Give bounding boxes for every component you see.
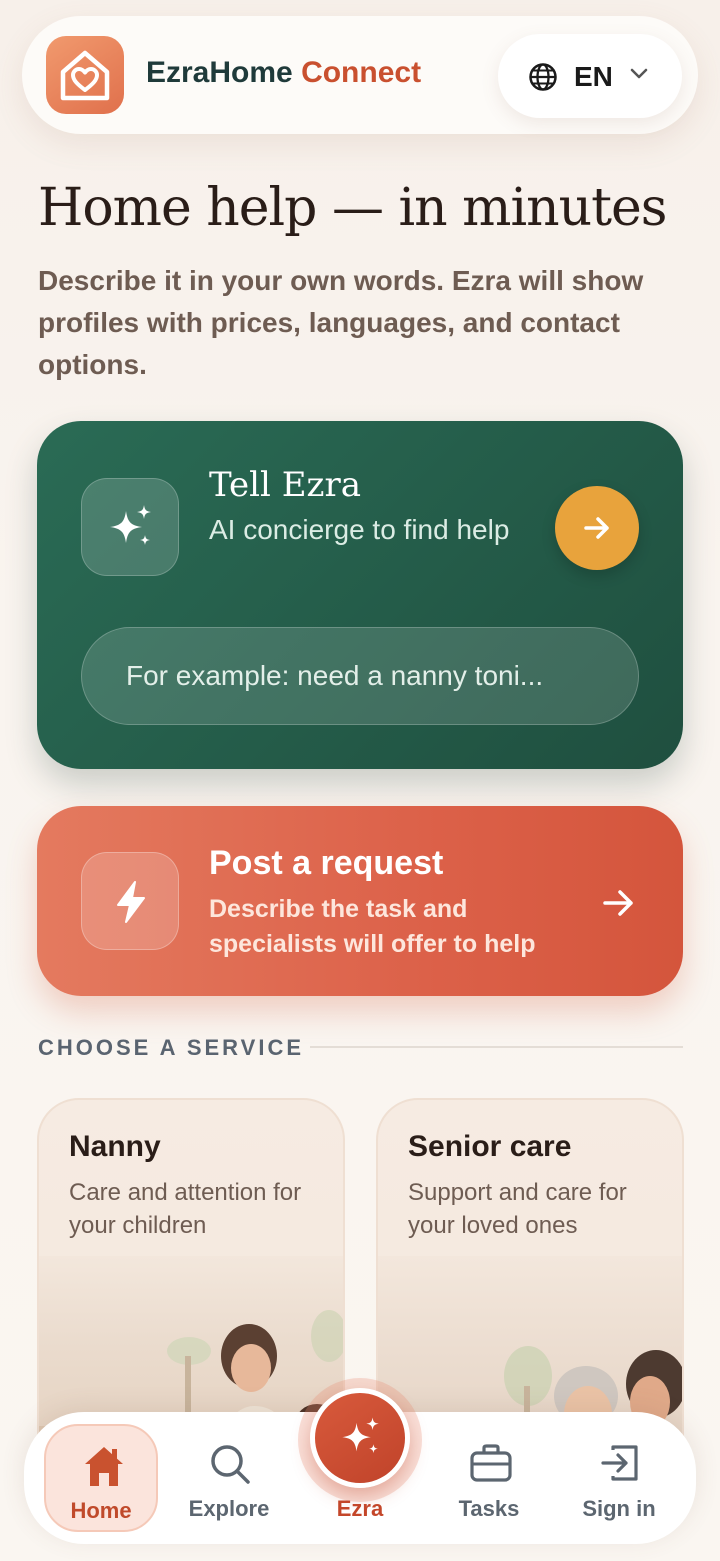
nav-item-sign-in[interactable]: Sign in <box>562 1424 676 1532</box>
post-request-card[interactable]: Post a request Describe the task and spe… <box>37 806 683 996</box>
section-divider <box>310 1046 683 1048</box>
ezra-fab-button[interactable] <box>310 1388 410 1488</box>
tell-ezra-subtitle: AI concierge to find help <box>209 514 510 545</box>
tell-ezra-title: Tell Ezra <box>209 465 361 505</box>
brand-primary: EzraHome <box>146 56 293 89</box>
service-description: Support and care for your loved ones <box>408 1179 627 1239</box>
service-title: Nanny <box>69 1130 161 1163</box>
globe-icon <box>529 63 557 91</box>
language-selector[interactable]: EN <box>498 34 682 118</box>
nav-label-sign-in: Sign in <box>582 1496 656 1521</box>
nav-label-tasks: Tasks <box>458 1496 520 1521</box>
tell-ezra-card[interactable]: Tell Ezra AI concierge to find help For … <box>37 421 683 769</box>
section-label: CHOOSE A SERVICE <box>38 1035 305 1060</box>
brand-name: EzraHome Connect <box>146 56 421 90</box>
chevron-down-icon <box>630 68 648 79</box>
sign-in-icon <box>601 1445 638 1481</box>
arrow-right-icon <box>584 517 609 539</box>
ezra-prompt-input[interactable]: For example: need a nanny toni... <box>81 627 639 725</box>
house-heart-icon[interactable] <box>46 36 124 114</box>
brand-accent: Connect <box>301 56 422 89</box>
app-header: EzraHome Connect EN <box>22 16 698 134</box>
ezra-go-button[interactable] <box>555 486 639 570</box>
nav-item-home[interactable]: Home <box>44 1424 158 1532</box>
sparkles-icon <box>81 478 179 576</box>
briefcase-icon <box>470 1444 512 1482</box>
language-code: EN <box>574 61 613 92</box>
sparkles-icon <box>342 1417 379 1454</box>
nav-label-home: Home <box>70 1498 132 1523</box>
post-request-subtitle: Describe the task and specialists will o… <box>209 895 536 958</box>
service-title: Senior care <box>408 1130 572 1163</box>
arrow-right-icon <box>603 890 633 916</box>
nav-item-explore[interactable]: Explore <box>172 1424 286 1532</box>
page-title: Home help — in minutes <box>38 178 667 238</box>
nav-label-explore: Explore <box>188 1496 270 1521</box>
nav-item-tasks[interactable]: Tasks <box>432 1424 546 1532</box>
post-request-title: Post a request <box>209 844 444 882</box>
home-icon <box>85 1447 123 1486</box>
page-subtitle: Describe it in your own words. Ezra will… <box>38 265 644 380</box>
service-description: Care and attention for your children <box>69 1179 302 1239</box>
search-icon <box>211 1445 250 1484</box>
lightning-icon <box>81 852 179 950</box>
